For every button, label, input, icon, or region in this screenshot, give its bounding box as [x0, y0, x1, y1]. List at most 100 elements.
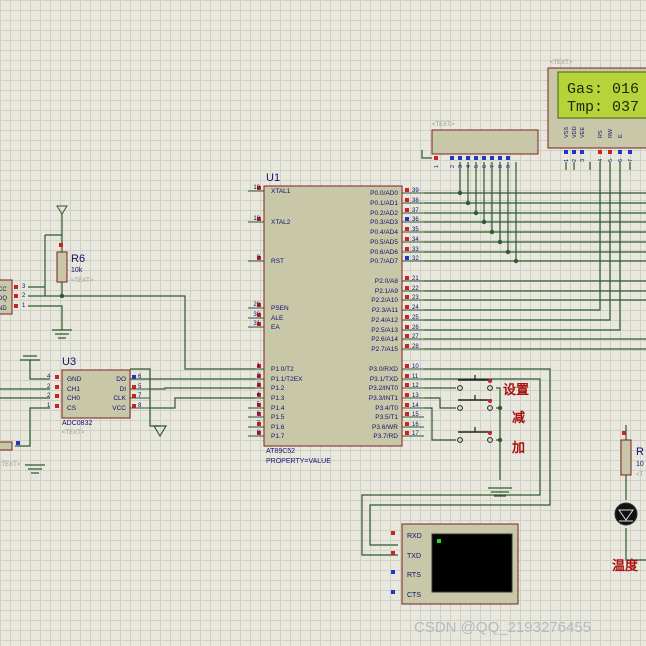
mcu-pin-name: PSEN [271, 305, 289, 312]
sensor-pin-name: DQ [0, 296, 7, 302]
lcd-pin-label: RS [598, 130, 604, 138]
pin-marker [391, 590, 395, 594]
pin-marker [450, 156, 454, 160]
button-group: 设置减加 [457, 375, 529, 456]
right-resistor-value: 10 [636, 461, 644, 468]
resnet-pin-number: 6 [482, 165, 488, 168]
mcu-pin-name: RST [271, 258, 284, 265]
right-resistor[interactable]: R 10 <T [620, 431, 644, 478]
pin-marker [490, 156, 494, 160]
adc-pin-name: GND [67, 376, 82, 383]
adc-pin-name: CLK [113, 395, 126, 402]
mcu-pin-name: P1.2 [271, 385, 285, 392]
right-resistor-body [620, 439, 632, 476]
pin-marker [405, 364, 409, 368]
pin-marker [405, 403, 409, 407]
pin-marker [405, 383, 409, 387]
mcu-pin-name: P3.5/T1 [375, 414, 398, 421]
mcu-u1[interactable]: U1 AT89C52 PROPERTY=VALUE 19 XTAL1 18 XTAL2… [248, 172, 424, 465]
virtual-terminal[interactable]: RXD TXD RTS CTS [391, 523, 519, 605]
mcu-pin-name: P3.2/INT0 [369, 385, 399, 392]
adc-part-label: ADC0832 [62, 420, 92, 427]
pin-marker [405, 325, 409, 329]
temp-sensor[interactable]: CC 3 DQ 2 ND 1 [0, 279, 26, 315]
terminal-screen [431, 533, 513, 593]
mcu-pin-name: P0.4/AD4 [370, 229, 398, 236]
push-button[interactable] [457, 427, 493, 443]
push-button[interactable] [457, 395, 493, 411]
resnet-pin-number: 3 [458, 165, 464, 168]
pin-marker [572, 150, 576, 154]
mcu-property-label: PROPERTY=VALUE [266, 458, 331, 465]
adc-ref-label: U3 [62, 356, 76, 368]
adc-pin-number: 1 [47, 403, 51, 409]
pin-marker [434, 156, 438, 160]
mcu-pin-name: P0.1/AD1 [370, 200, 398, 207]
mcu-pin-number: 23 [412, 295, 419, 301]
mcu-pin-number: 16 [412, 422, 419, 428]
mcu-pin-number: 10 [412, 364, 419, 370]
mcu-pin-name: P3.4/T0 [375, 405, 398, 412]
pin-marker [55, 394, 59, 398]
terminal-pin-name: CTS [407, 592, 421, 599]
pin-marker [405, 344, 409, 348]
terminal-cursor [437, 539, 441, 543]
resistor-network[interactable]: <TEXT> 1 23456789 [431, 122, 539, 168]
mcu-pin-number: 36 [412, 217, 419, 223]
mcu-pin-number: 13 [412, 393, 419, 399]
lcd-pin-number: 7 [628, 159, 634, 162]
mcu-pin-name: P2.0/A8 [375, 278, 399, 285]
button-contact [487, 437, 493, 443]
adc-pin-name: DO [116, 376, 126, 383]
mcu-pin-number: 26 [412, 325, 419, 331]
button-indicator [488, 399, 492, 403]
r6-body [56, 251, 68, 283]
left-resistor-body [0, 441, 13, 451]
resnet-pin-number: 4 [466, 165, 472, 168]
r6-text-tag: <TEXT> [71, 278, 94, 284]
lcd-display[interactable]: <TEXT> Gas: 016 Tmp: 037 VSS VDD VEE RS RW E 1… [547, 60, 646, 162]
adc-pin-number: 2 [47, 384, 51, 390]
pin-marker [628, 150, 632, 154]
resnet-pin-number: 2 [450, 165, 456, 168]
mcu-pin-number: 39 [412, 188, 419, 194]
pin-marker [55, 385, 59, 389]
lcd-pin-label: RW [608, 128, 614, 138]
pin-marker [405, 295, 409, 299]
mcu-pin-number: 15 [412, 412, 419, 418]
mcu-pin-number: 27 [412, 334, 419, 340]
lcd-pin-number: 5 [608, 159, 614, 162]
mcu-pin-number: 33 [412, 247, 419, 253]
pin-marker [405, 276, 409, 280]
led-body [614, 502, 638, 526]
pin-marker [391, 551, 395, 555]
push-button[interactable] [457, 375, 493, 391]
mcu-pin-name: P2.3/A11 [372, 307, 399, 314]
pin-marker [608, 150, 612, 154]
pin-marker [14, 304, 18, 308]
mcu-pin-name: P1.0/T2 [271, 366, 294, 373]
right-resistor-tag: <T [636, 472, 644, 478]
mcu-pin-name: P0.0/AD0 [370, 190, 398, 197]
pin-marker [405, 374, 409, 378]
lcd-line1: Gas: 016 [567, 81, 639, 98]
pin-marker [59, 243, 63, 247]
pin-marker [132, 404, 136, 408]
pin-marker [16, 441, 20, 445]
mcu-pin-number: 38 [412, 198, 419, 204]
button-contact [457, 385, 463, 391]
adc-u3[interactable]: U3 ADC0832 <TEXT> GND4CH12CH02CS1DO 6DI 5C… [47, 356, 150, 436]
mcu-pin-name: P2.5/A13 [371, 327, 398, 334]
resnet-body [431, 129, 539, 155]
button-contact [457, 405, 463, 411]
sensor-pin-number: 2 [22, 293, 26, 299]
button-label: 设置 [503, 383, 529, 398]
pin-marker [405, 247, 409, 251]
mcu-pin-number: 24 [412, 305, 419, 311]
pin-marker [405, 334, 409, 338]
mcu-pin-name: P1.6 [271, 424, 285, 431]
r6-value-label: 10k [71, 267, 83, 274]
mcu-pin-name: P3.7/RD [373, 433, 398, 440]
mcu-pin-name: P3.3/INT1 [369, 395, 399, 402]
schematic-canvas: U1 AT89C52 PROPERTY=VALUE 19 XTAL118 XTAL2… [0, 60, 646, 636]
